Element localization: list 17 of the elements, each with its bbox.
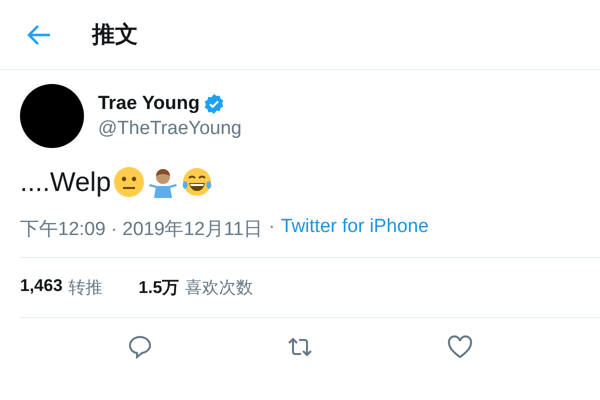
back-arrow-icon[interactable] bbox=[26, 24, 52, 46]
stat-label[interactable]: 转推 bbox=[68, 276, 103, 299]
laughing-face-icon bbox=[181, 166, 214, 198]
stat-label[interactable]: 喜欢次数 bbox=[185, 276, 254, 299]
neutral-face-icon bbox=[113, 166, 146, 198]
shrugging-person-icon bbox=[147, 166, 180, 198]
stat-count: 1.5万 bbox=[138, 277, 180, 299]
user-handle: @TheTraeYoung bbox=[98, 118, 242, 140]
tweet-text: ....Welp bbox=[20, 166, 112, 198]
stat-count: 1,463 bbox=[20, 276, 63, 297]
reply-icon[interactable] bbox=[127, 334, 153, 360]
separator-dot: · bbox=[268, 216, 275, 239]
page-title: 推文 bbox=[92, 20, 138, 49]
user-name: Trae Young bbox=[98, 92, 200, 114]
source-link[interactable]: Twitter for iPhone bbox=[280, 216, 429, 242]
tweet-timestamp: 下午12:09 · 2019年12月11日 bbox=[20, 218, 263, 242]
heart-icon[interactable] bbox=[447, 334, 473, 360]
